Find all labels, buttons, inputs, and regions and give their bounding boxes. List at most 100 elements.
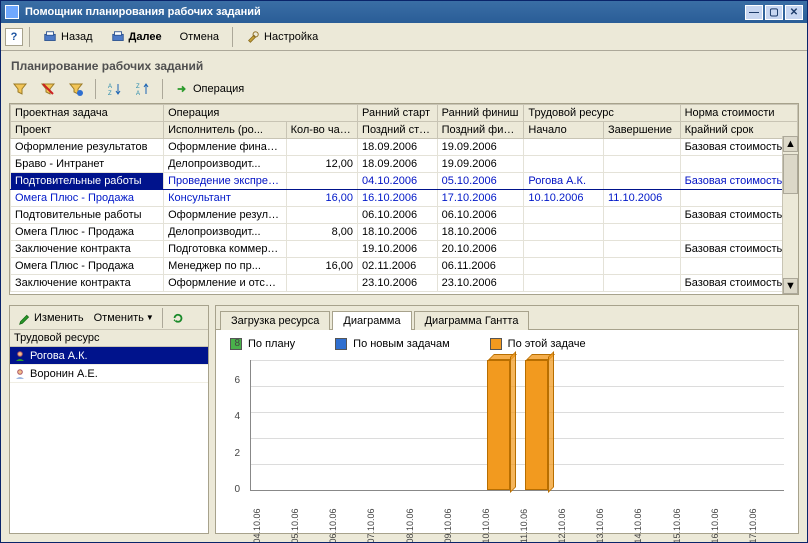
cell[interactable]: 8,00 (286, 224, 357, 241)
sort-desc-icon[interactable]: ZA (132, 79, 154, 99)
cell[interactable]: 04.10.2006 (358, 173, 438, 190)
col-hours[interactable]: Кол-во часов (286, 122, 357, 139)
cell[interactable] (524, 156, 604, 173)
cell[interactable] (680, 156, 797, 173)
cell[interactable]: 06.11.2006 (437, 258, 524, 275)
filter-clear-icon[interactable] (37, 79, 59, 99)
table-row[interactable]: Браво - ИнтранетДелопроизводит...12,0018… (11, 156, 798, 173)
cell[interactable]: Базовая стоимость (680, 173, 797, 190)
scroll-thumb[interactable] (783, 154, 798, 194)
cell[interactable]: Базовая стоимость (680, 275, 797, 292)
cell[interactable] (604, 173, 681, 190)
cell[interactable]: 17.10.2006 (437, 190, 524, 207)
cell[interactable] (286, 241, 357, 258)
cell[interactable] (524, 241, 604, 258)
cell[interactable]: 18.10.2006 (437, 224, 524, 241)
minimize-button[interactable]: — (745, 5, 763, 20)
cell[interactable] (604, 224, 681, 241)
cell[interactable]: Подтовительные работы (11, 173, 164, 190)
cell[interactable]: 23.10.2006 (437, 275, 524, 292)
cell[interactable]: 11.10.2006 (604, 190, 681, 207)
table-row[interactable]: Подтовительные работыОформление результа… (11, 207, 798, 224)
operation-button[interactable]: Операция (171, 80, 248, 98)
col-operation[interactable]: Операция (164, 105, 358, 122)
filter-icon[interactable] (9, 79, 31, 99)
cancel-button[interactable]: Отмена (173, 28, 226, 46)
cell[interactable] (680, 190, 797, 207)
task-grid[interactable]: Проектная задача Операция Ранний старт Р… (9, 103, 799, 295)
cell[interactable] (604, 156, 681, 173)
help-button[interactable]: ? (5, 28, 23, 46)
col-performer[interactable]: Исполнитель (ро... (164, 122, 286, 139)
col-late-finish[interactable]: Поздний финиш (437, 122, 524, 139)
filter-edit-icon[interactable] (65, 79, 87, 99)
cell[interactable] (680, 224, 797, 241)
col-end[interactable]: Завершение (604, 122, 681, 139)
cell[interactable]: Подтовительные работы (11, 207, 164, 224)
cell[interactable]: 10.10.2006 (524, 190, 604, 207)
scroll-up-icon[interactable]: ▲ (783, 136, 798, 152)
cell[interactable] (604, 258, 681, 275)
cell[interactable]: 18.09.2006 (358, 139, 438, 156)
cell[interactable]: Оформление финального паке... (164, 139, 286, 156)
cell[interactable]: Проведение экспресс-обследо... (164, 173, 286, 190)
cell[interactable]: 23.10.2006 (358, 275, 438, 292)
table-row[interactable]: Заключение контрактаПодготовка коммерчес… (11, 241, 798, 258)
cell[interactable]: Омега Плюс - Продажа (11, 258, 164, 275)
cell[interactable]: Рогова А.К. (524, 173, 604, 190)
cell[interactable]: 05.10.2006 (437, 173, 524, 190)
cell[interactable] (286, 173, 357, 190)
back-button[interactable]: Назад (36, 27, 100, 47)
cell[interactable] (680, 258, 797, 275)
cell[interactable]: 20.10.2006 (437, 241, 524, 258)
col-project[interactable]: Проект (11, 122, 164, 139)
cell[interactable]: Базовая стоимость (680, 241, 797, 258)
cell[interactable]: 18.09.2006 (358, 156, 438, 173)
cell[interactable]: Омега Плюс - Продажа (11, 224, 164, 241)
sort-asc-icon[interactable]: AZ (104, 79, 126, 99)
forward-button[interactable]: Далее (104, 27, 169, 47)
refresh-button[interactable] (167, 309, 189, 327)
cell[interactable] (604, 241, 681, 258)
cell[interactable]: Делопроизводит... (164, 224, 286, 241)
cell[interactable]: Базовая стоимость (680, 207, 797, 224)
col-begin[interactable]: Начало (524, 122, 604, 139)
cell[interactable]: 19.09.2006 (437, 156, 524, 173)
maximize-button[interactable]: ▢ (765, 5, 783, 20)
cell[interactable]: 12,00 (286, 156, 357, 173)
resource-row[interactable]: Воронин А.Е. (10, 365, 208, 383)
cancel-edit-button[interactable]: Отменить ▼ (90, 310, 158, 326)
cell[interactable]: Менеджер по пр... (164, 258, 286, 275)
col-cost-norm[interactable]: Норма стоимости (680, 105, 797, 122)
cell[interactable] (286, 139, 357, 156)
close-button[interactable]: ✕ (785, 5, 803, 20)
table-row[interactable]: Омега Плюс - ПродажаМенеджер по пр...16,… (11, 258, 798, 275)
col-resource[interactable]: Трудовой ресурс (524, 105, 680, 122)
col-deadline[interactable]: Крайний срок (680, 122, 797, 139)
cell[interactable]: Консультант (164, 190, 286, 207)
cell[interactable]: Оформление и отсылка комме... (164, 275, 286, 292)
tab-gantt[interactable]: Диаграмма Гантта (414, 311, 530, 330)
cell[interactable] (604, 275, 681, 292)
col-project-task[interactable]: Проектная задача (11, 105, 164, 122)
table-row[interactable]: Заключение контрактаОформление и отсылка… (11, 275, 798, 292)
scroll-down-icon[interactable]: ▼ (783, 278, 798, 294)
col-early-finish[interactable]: Ранний финиш (437, 105, 524, 122)
cell[interactable]: Заключение контракта (11, 241, 164, 258)
tab-resource-load[interactable]: Загрузка ресурса (220, 311, 330, 330)
cell[interactable] (524, 258, 604, 275)
table-row[interactable]: Оформление результатовОформление финальн… (11, 139, 798, 156)
cell[interactable] (604, 207, 681, 224)
edit-button[interactable]: Изменить (14, 309, 88, 327)
cell[interactable]: Оформление результатов (11, 139, 164, 156)
cell[interactable] (286, 275, 357, 292)
settings-button[interactable]: Настройка (239, 27, 325, 47)
cell[interactable]: 16.10.2006 (358, 190, 438, 207)
cell[interactable]: Делопроизводит... (164, 156, 286, 173)
cell[interactable]: 19.10.2006 (358, 241, 438, 258)
cell[interactable] (286, 207, 357, 224)
table-row[interactable]: Омега Плюс - ПродажаДелопроизводит...8,0… (11, 224, 798, 241)
cell[interactable]: 16,00 (286, 190, 357, 207)
table-row[interactable]: Подтовительные работыПроведение экспресс… (11, 173, 798, 190)
vertical-scrollbar[interactable]: ▲ ▼ (782, 136, 798, 294)
